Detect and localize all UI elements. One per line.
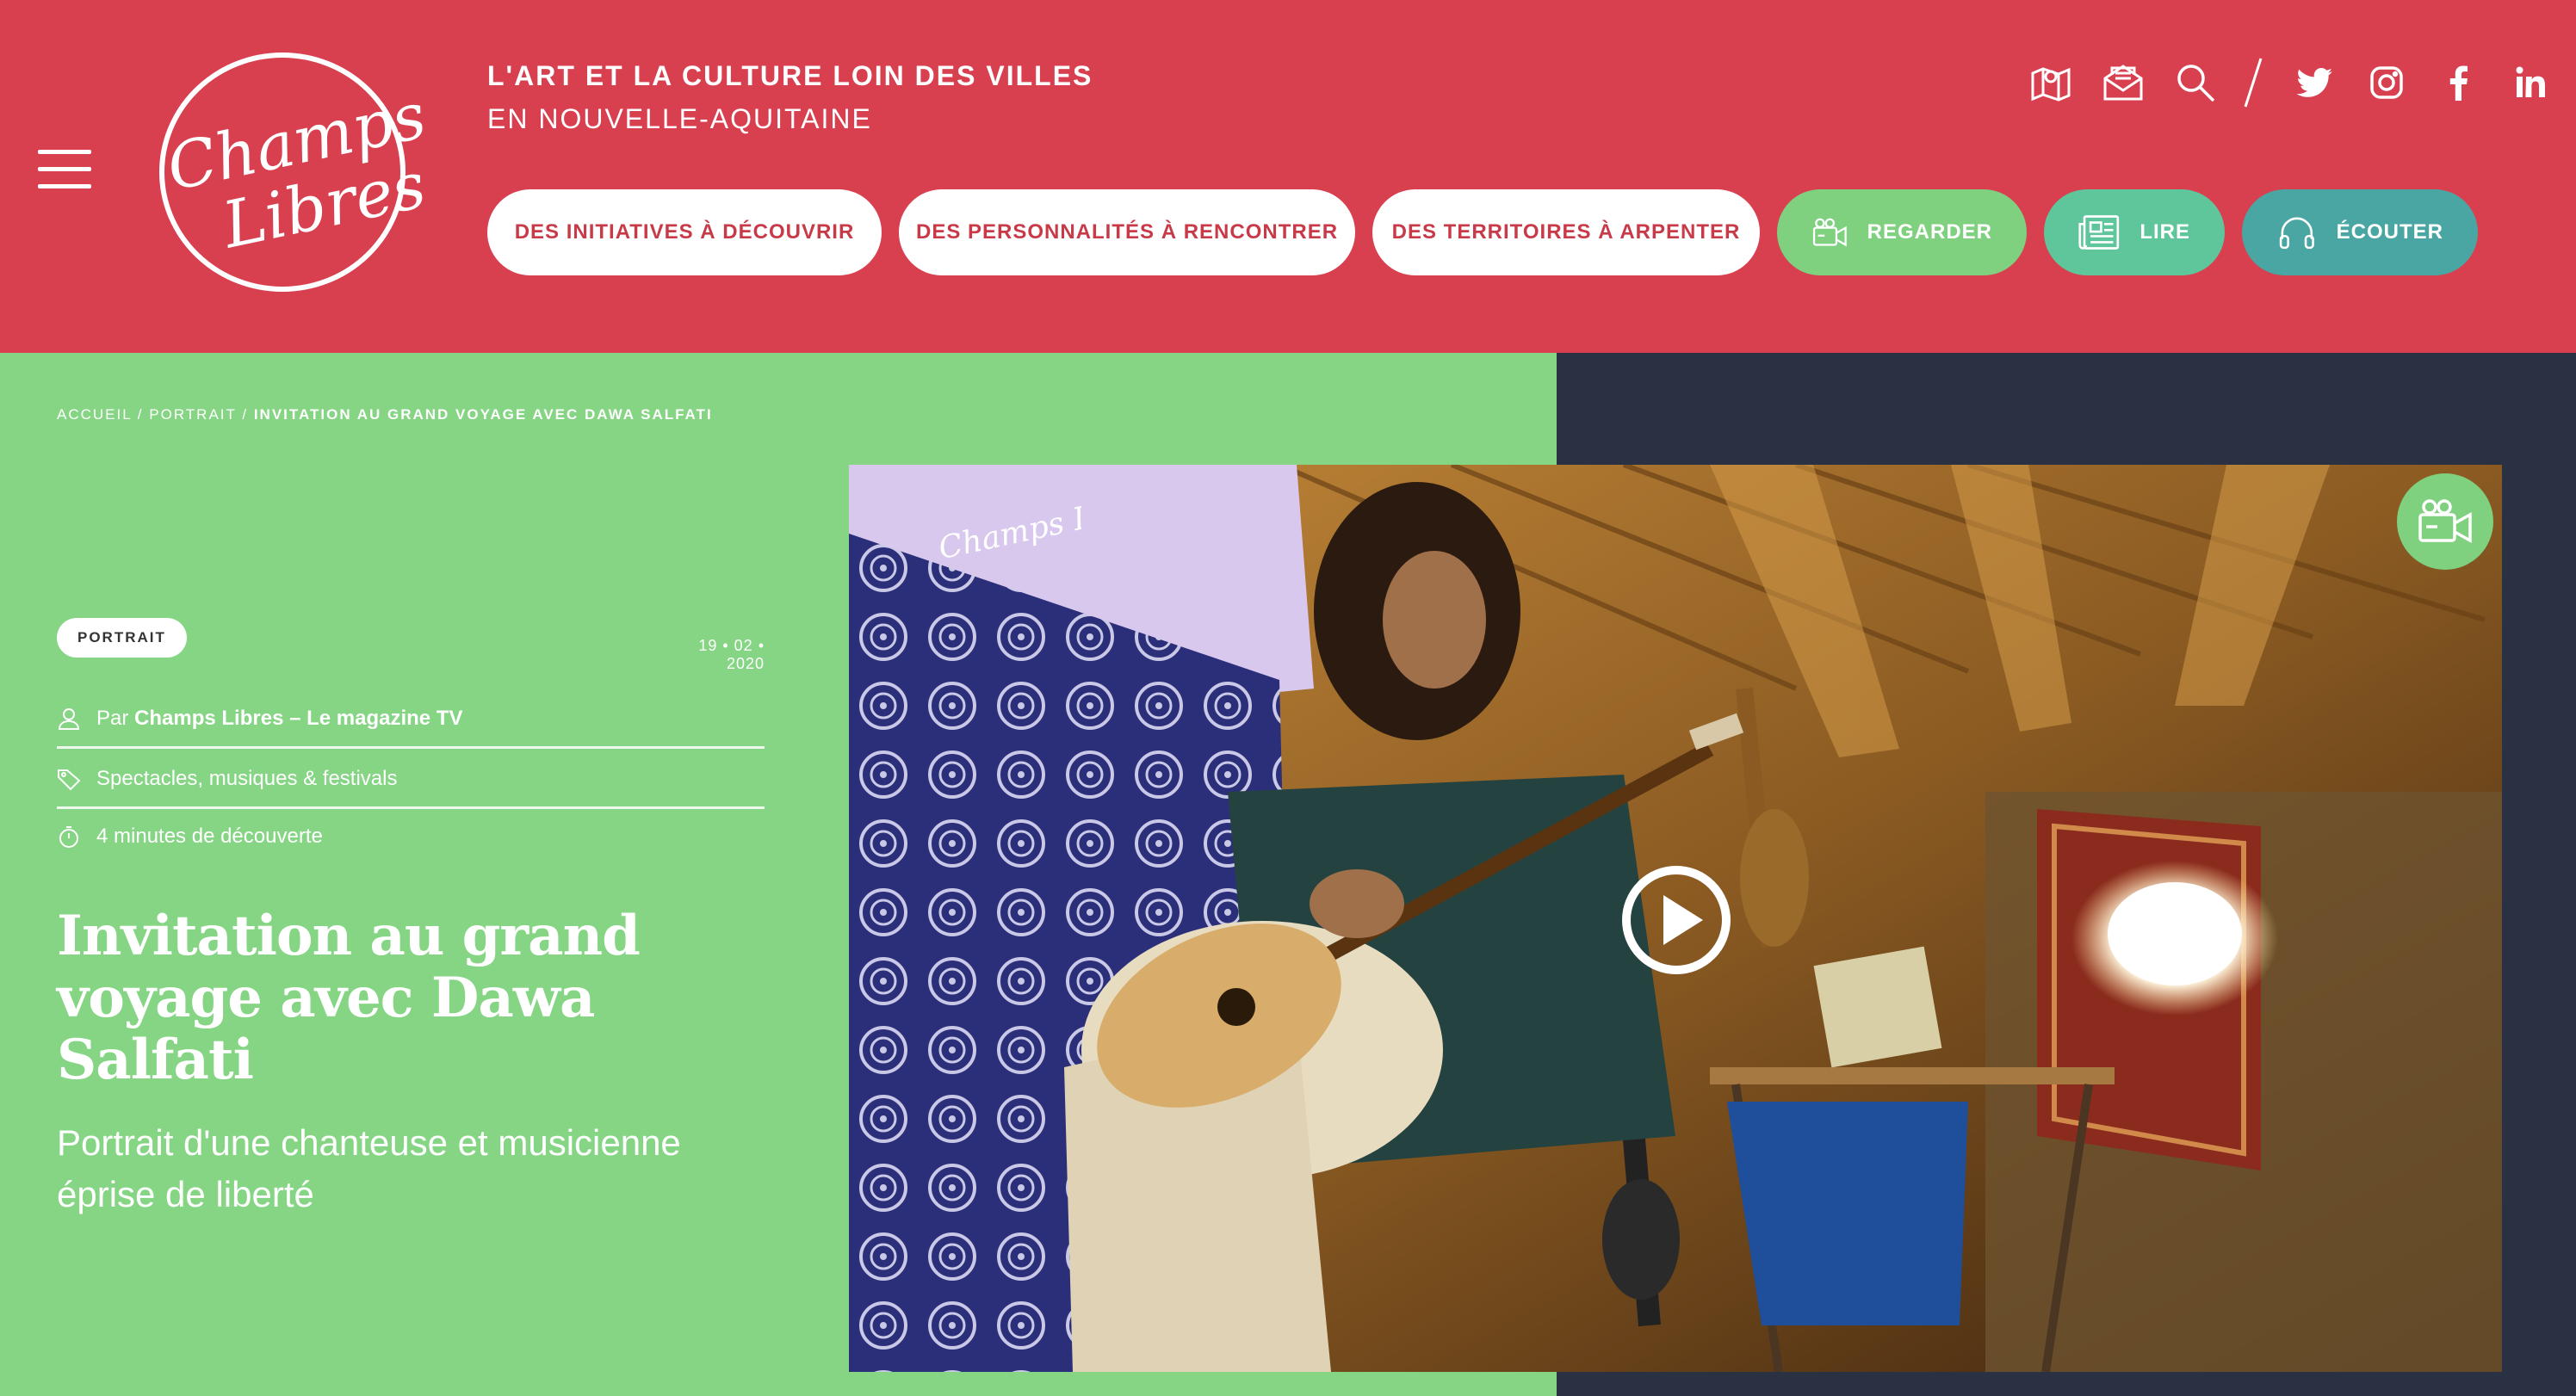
search-icon[interactable] bbox=[2171, 59, 2220, 107]
video-camera-icon bbox=[2418, 499, 2472, 543]
author-prefix: Par bbox=[96, 706, 129, 730]
play-button[interactable] bbox=[1620, 864, 1732, 976]
svg-text:Champs Libres: Champs Libres bbox=[936, 496, 1081, 566]
tagline-region: EN NOUVELLE-AQUITAINE bbox=[487, 103, 872, 134]
video-watermark-logo: Champs Libres bbox=[936, 496, 1081, 566]
instagram-icon[interactable] bbox=[2362, 59, 2411, 107]
nav-lire-button[interactable]: LIRE bbox=[2044, 189, 2225, 275]
user-icon bbox=[58, 707, 80, 730]
publish-date: 19 • 02 • 2020 bbox=[698, 637, 765, 672]
nav-ecouter-button[interactable]: ÉCOUTER bbox=[2242, 189, 2478, 275]
headphones-icon bbox=[2279, 217, 2314, 250]
video-camera-icon bbox=[1812, 218, 1847, 247]
nav-initiatives-button[interactable]: DES INITIATIVES À DÉCOUVRIR bbox=[487, 189, 882, 275]
breadcrumb-home[interactable]: ACCUEIL bbox=[57, 406, 132, 423]
facebook-icon[interactable] bbox=[2435, 59, 2483, 107]
breadcrumb-separator: / bbox=[242, 406, 249, 423]
tag-icon bbox=[58, 769, 81, 790]
divider-slash bbox=[2244, 58, 2263, 108]
nav-regarder-button[interactable]: REGARDER bbox=[1777, 189, 2027, 275]
article-subtitle: Portrait d'une chanteuse et musicienne é… bbox=[57, 1122, 681, 1214]
article-title: Invitation au grand voyage avec Dawa Sal… bbox=[57, 904, 641, 1092]
reading-time-row: 4 minutes de découverte bbox=[57, 807, 765, 866]
video-type-badge bbox=[2397, 473, 2493, 570]
menu-icon[interactable] bbox=[38, 150, 91, 189]
tagline-title: L'ART ET LA CULTURE LOIN DES VILLES bbox=[487, 60, 1093, 91]
nav-personnalites-button[interactable]: DES PERSONNALITÉS À RENCONTRER bbox=[899, 189, 1355, 275]
newspaper-icon bbox=[2078, 215, 2120, 250]
stopwatch-icon bbox=[59, 826, 78, 848]
site-header: Champs Libres L'ART ET LA CULTURE LOIN D… bbox=[0, 0, 2576, 353]
breadcrumb-section[interactable]: PORTRAIT bbox=[149, 406, 236, 423]
nav-regarder-label: REGARDER bbox=[1867, 220, 1992, 244]
newsletter-icon[interactable] bbox=[2099, 59, 2147, 107]
category-badge[interactable]: PORTRAIT bbox=[57, 618, 187, 658]
breadcrumb: ACCUEIL / PORTRAIT / INVITATION AU GRAND… bbox=[57, 406, 713, 423]
main-nav: DES INITIATIVES À DÉCOUVRIR DES PERSONNA… bbox=[487, 189, 2478, 275]
map-icon[interactable] bbox=[2027, 59, 2075, 107]
nav-territoires-button[interactable]: DES TERRITOIRES À ARPENTER bbox=[1372, 189, 1760, 275]
nav-ecouter-label: ÉCOUTER bbox=[2336, 220, 2443, 244]
author-link[interactable]: Champs Libres – Le magazine TV bbox=[134, 707, 462, 731]
breadcrumb-separator: / bbox=[137, 406, 144, 423]
twitter-icon[interactable] bbox=[2290, 59, 2338, 107]
category-row: Spectacles, musiques & festivals bbox=[57, 751, 765, 809]
play-icon bbox=[1622, 866, 1731, 974]
breadcrumb-current: INVITATION AU GRAND VOYAGE AVEC DAWA SAL… bbox=[253, 406, 713, 423]
header-icons bbox=[2003, 57, 2555, 108]
reading-time: 4 minutes de découverte bbox=[96, 825, 323, 848]
author-row: Par Champs Libres – Le magazine TV bbox=[57, 690, 765, 749]
nav-lire-label: LIRE bbox=[2139, 220, 2190, 244]
linkedin-icon[interactable] bbox=[2507, 59, 2555, 107]
category-link[interactable]: Spectacles, musiques & festivals bbox=[96, 767, 398, 791]
champs-libres-logo[interactable]: Champs Libres bbox=[153, 38, 429, 296]
